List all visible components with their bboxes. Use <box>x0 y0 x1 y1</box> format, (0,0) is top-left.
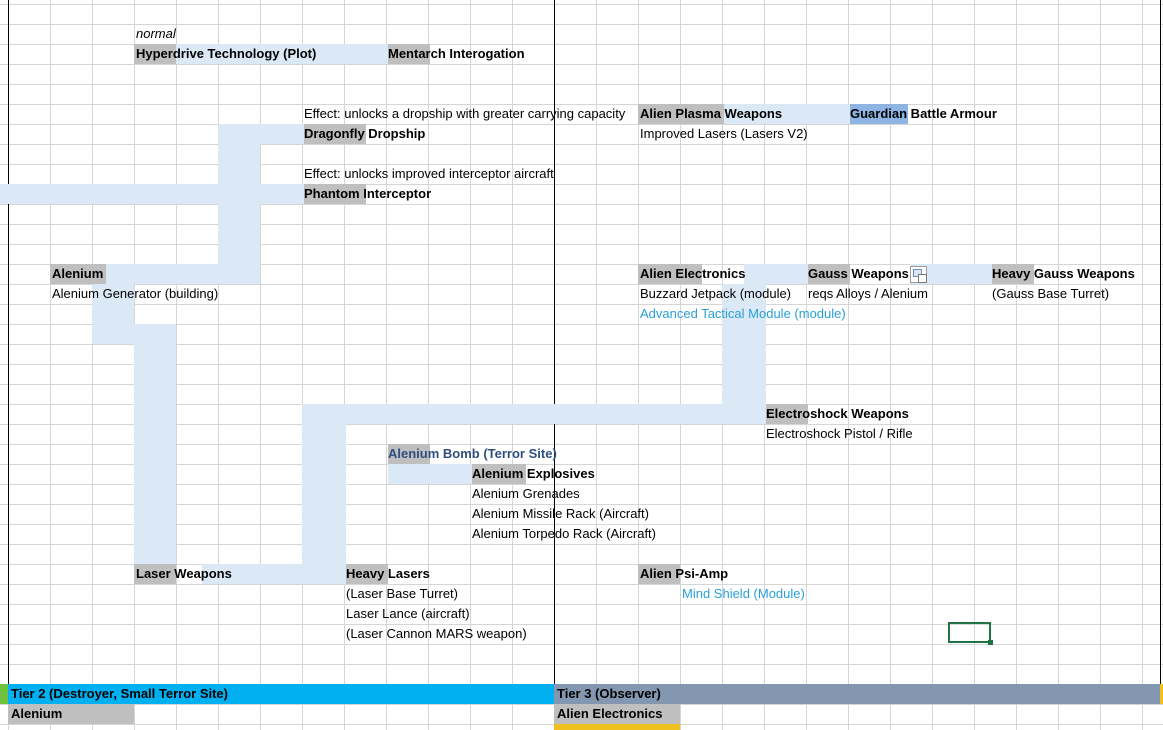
cell-electroshock-weapons[interactable]: Electroshock Weapons <box>764 404 909 424</box>
cell-alenium-generator[interactable]: Alenium Generator (building) <box>50 284 218 304</box>
cell-interceptor-effect[interactable]: Effect: unlocks improved interceptor air… <box>302 164 554 184</box>
tier2-item-alenium[interactable]: Alenium <box>8 704 134 724</box>
column-border-left <box>8 0 9 684</box>
cell-laser-lance[interactable]: Laser Lance (aircraft) <box>344 604 470 624</box>
cell-electroshock-items[interactable]: Electroshock Pistol / Rifle <box>764 424 913 444</box>
connector-bomb-explosives <box>388 464 472 484</box>
cell-style-label[interactable]: normal <box>134 24 176 44</box>
connector-to-laser <box>134 324 176 564</box>
cell-gauss-weapons[interactable]: Gauss Weapons <box>806 264 909 284</box>
cell-hyperdrive-technology[interactable]: Hyperdrive Technology (Plot) <box>134 44 316 64</box>
cell-alien-psi-amp[interactable]: Alien Psi-Amp <box>638 564 728 584</box>
cell-dropship-effect[interactable]: Effect: unlocks a dropship with greater … <box>302 104 638 124</box>
cell-mentarch-interogation[interactable]: Mentarch Interogation <box>386 44 525 64</box>
cell-advanced-tactical-module[interactable]: Advanced Tactical Module (module) <box>638 304 846 324</box>
cell-guardian-battle-armour[interactable]: Guardian Battle Armour <box>848 104 997 124</box>
cell-alien-electronics[interactable]: Alien Electronics <box>638 264 745 284</box>
tier3-header[interactable]: Tier 3 (Observer) <box>554 684 1160 704</box>
connector-vertical-alenium <box>218 124 260 284</box>
cell-phantom-interceptor[interactable]: Phantom Interceptor <box>302 184 431 204</box>
cell-alien-plasma-weapons[interactable]: Alien Plasma Weapons <box>638 104 782 124</box>
cell-alenium[interactable]: Alenium <box>50 264 103 284</box>
tier3-item-alien-electronics[interactable]: Alien Electronics <box>554 704 680 724</box>
connector-alenium-top <box>106 264 260 284</box>
cell-alenium-missile-rack[interactable]: Alenium Missile Rack (Aircraft) <box>470 504 649 524</box>
paste-options-icon[interactable] <box>910 266 927 283</box>
cell-alenium-explosives[interactable]: Alenium Explosives <box>470 464 595 484</box>
selected-cell[interactable] <box>948 622 993 645</box>
cell-laser-cannon[interactable]: (Laser Cannon MARS weapon) <box>344 624 527 644</box>
cell-improved-lasers[interactable]: Improved Lasers (Lasers V2) <box>638 124 808 144</box>
cell-alenium-grenades[interactable]: Alenium Grenades <box>470 484 580 504</box>
cell-laser-weapons[interactable]: Laser Weapons <box>134 564 232 584</box>
tier3-next-row <box>554 724 680 730</box>
cell-heavy-lasers[interactable]: Heavy Lasers <box>344 564 430 584</box>
cell-laser-base-turret[interactable]: (Laser Base Turret) <box>344 584 458 604</box>
tier2-header[interactable]: Tier 2 (Destroyer, Small Terror Site) <box>8 684 554 704</box>
cell-gauss-base-turret[interactable]: (Gauss Base Turret) <box>990 284 1109 304</box>
connector-phantom <box>0 184 304 204</box>
cell-dragonfly-dropship[interactable]: Dragonfly Dropship <box>302 124 425 144</box>
connector-electronics-gauss <box>744 264 808 284</box>
cell-mind-shield[interactable]: Mind Shield (Module) <box>680 584 805 604</box>
column-border-right <box>1160 0 1161 684</box>
cell-gauss-reqs[interactable]: reqs Alloys / Alenium <box>806 284 928 304</box>
cell-alenium-torpedo-rack[interactable]: Alenium Torpedo Rack (Aircraft) <box>470 524 656 544</box>
cell-buzzard-jetpack[interactable]: Buzzard Jetpack (module) <box>638 284 791 304</box>
connector-vertical-heavy-lasers <box>302 404 346 584</box>
tier1-edge <box>0 684 8 704</box>
cell-alenium-bomb[interactable]: Alenium Bomb (Terror Site) <box>386 444 557 464</box>
cell-heavy-gauss-weapons[interactable]: Heavy Gauss Weapons <box>990 264 1135 284</box>
tier-divider-line <box>554 0 555 684</box>
connector-to-electroshock <box>302 404 766 424</box>
